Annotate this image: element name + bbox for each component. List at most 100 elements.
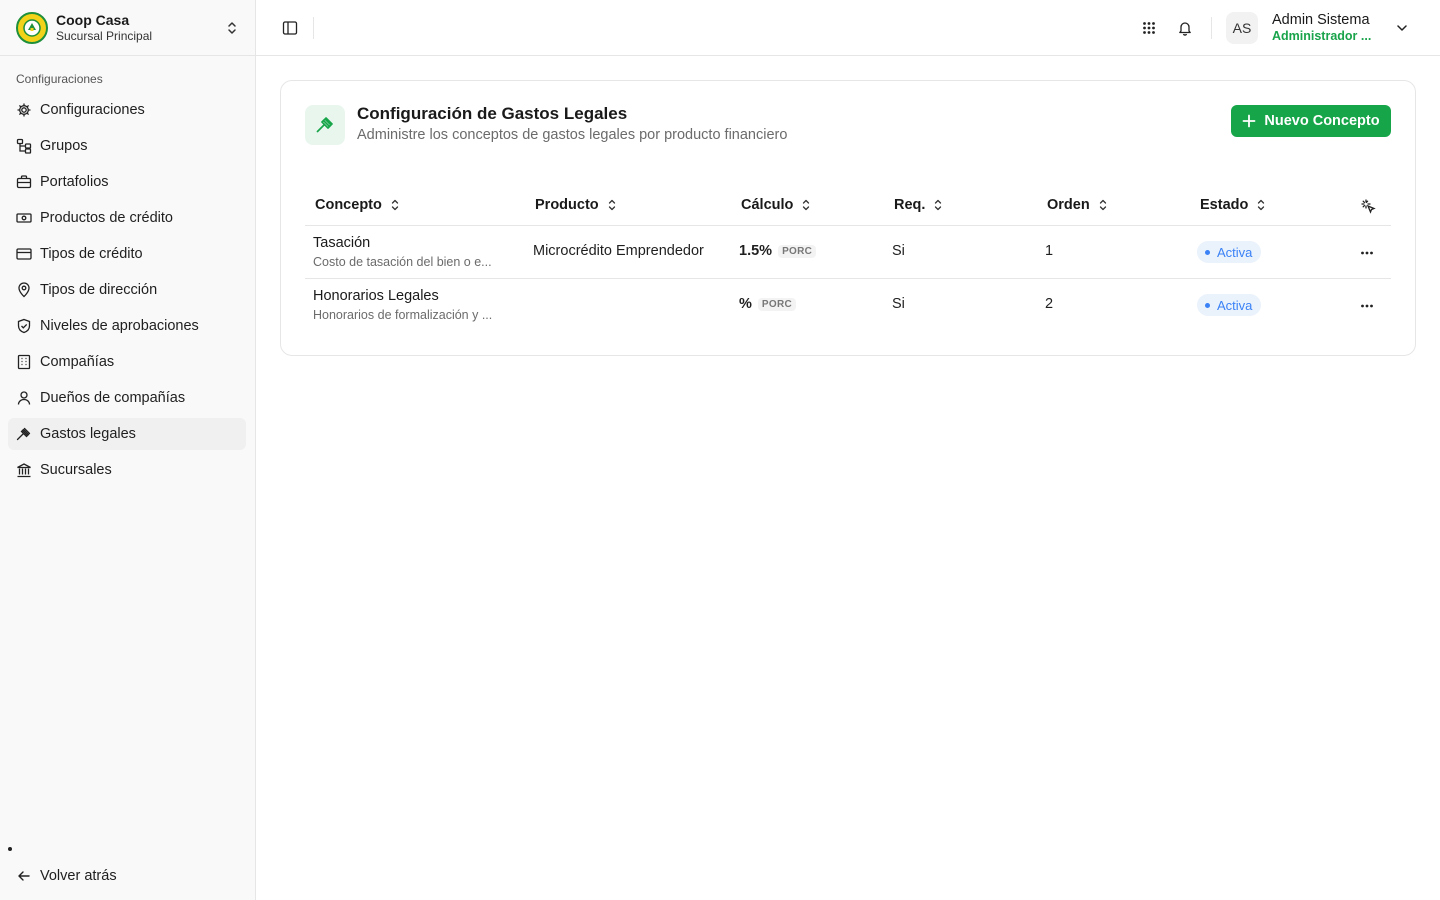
calculation-value: 1.5% [739, 243, 773, 259]
column-label: Concepto [315, 197, 382, 213]
calculation-cell: 1.5% PORC [739, 243, 817, 259]
legal-expenses-card: Configuración de Gastos Legales Administ… [280, 80, 1416, 356]
gear-icon [17, 103, 31, 117]
calculation-type-tag: PORC [778, 244, 817, 258]
back-link[interactable]: Volver atrás [8, 860, 246, 892]
status-badge: Activa [1197, 241, 1262, 263]
sort-icon [608, 199, 615, 211]
banknote-icon [16, 213, 32, 223]
header-divider [313, 17, 314, 39]
sidebar-item-duenos-companias[interactable]: Dueños de compañías [8, 382, 246, 414]
column-header-estado[interactable]: Estado [1200, 197, 1268, 213]
concept-name: Honorarios Legales [313, 288, 439, 304]
column-header-orden[interactable]: Orden [1047, 197, 1110, 213]
credit-card-icon [16, 248, 32, 260]
page-subtitle: Administre los conceptos de gastos legal… [357, 127, 788, 143]
row-actions-button[interactable] [1357, 296, 1377, 316]
sidebar-item-portafolios[interactable]: Portafolios [8, 166, 246, 198]
org-branch: Sucursal Principal [56, 29, 153, 43]
building-icon [17, 354, 31, 370]
order-cell: 1 [1045, 243, 1054, 259]
more-horizontal-icon [1361, 251, 1373, 255]
sort-icon [1099, 199, 1106, 211]
table-row[interactable]: Tasación Costo de tasación del bien o e.… [305, 226, 1391, 279]
user-icon [17, 391, 31, 405]
plus-icon [1242, 114, 1256, 128]
apps-button[interactable] [1137, 16, 1161, 40]
sidebar-item-grupos[interactable]: Grupos [8, 130, 246, 162]
sidebar-item-productos-credito[interactable]: Productos de crédito [8, 202, 246, 234]
page-title: Configuración de Gastos Legales [357, 104, 628, 123]
sidebar-item-tipos-credito[interactable]: Tipos de crédito [8, 238, 246, 270]
sort-icon [935, 199, 942, 211]
sidebar-item-label: Portafolios [40, 174, 109, 190]
sidebar-item-label: Dueños de compañías [40, 390, 186, 406]
card-icon-box [305, 105, 345, 145]
status-label: Activa [1217, 244, 1253, 260]
sort-icon [803, 199, 810, 211]
org-switcher[interactable]: Coop Casa Sucursal Principal [8, 6, 248, 50]
required-cell: Si [892, 296, 905, 312]
sidebar-divider [0, 55, 256, 56]
sidebar-group-label: Configuraciones [16, 72, 103, 86]
row-actions-button[interactable] [1357, 243, 1377, 263]
sidebar-item-label: Gastos legales [40, 426, 136, 442]
column-label: Req. [894, 197, 926, 213]
sidebar-toggle-button[interactable] [278, 16, 302, 40]
chevrons-up-down-icon [228, 22, 236, 34]
sidebar-item-label: Tipos de crédito [40, 246, 143, 262]
briefcase-icon [16, 175, 32, 189]
back-link-label: Volver atrás [40, 868, 117, 884]
concepts-table: Concepto Producto Cálculo Req. Orden Est… [305, 185, 1391, 332]
sidebar-item-niveles-aprobaciones[interactable]: Niveles de aprobaciones [8, 310, 246, 342]
calculation-cell: % PORC [739, 296, 796, 312]
status-badge: Activa [1197, 294, 1262, 316]
column-label: Cálculo [741, 197, 794, 213]
calculation-value: % [739, 296, 752, 312]
column-header-concepto[interactable]: Concepto [315, 197, 402, 213]
column-label: Orden [1047, 197, 1090, 213]
new-concept-button[interactable]: Nuevo Concepto [1231, 105, 1391, 137]
grid-icon [1143, 22, 1155, 34]
panel-left-icon [282, 21, 298, 35]
sidebar-item-configuraciones[interactable]: Configuraciones [8, 94, 246, 126]
sidebar-item-label: Configuraciones [40, 102, 145, 118]
user-role: Administrador ... [1272, 29, 1372, 43]
gavel-icon [316, 117, 333, 133]
concept-description: Honorarios de formalización y ... [313, 308, 493, 322]
product-cell: Microcrédito Emprendedor [533, 243, 704, 259]
user-menu[interactable]: AS Admin Sistema Administrador ... [1226, 8, 1416, 48]
org-name: Coop Casa [56, 12, 130, 28]
notifications-button[interactable] [1173, 16, 1197, 40]
hierarchy-icon [16, 138, 32, 154]
bell-icon [1179, 22, 1191, 36]
column-header-producto[interactable]: Producto [535, 197, 619, 213]
sidebar-item-gastos-legales[interactable]: Gastos legales [8, 418, 246, 450]
sort-icon [1258, 199, 1265, 211]
sidebar-item-sucursales[interactable]: Sucursales [8, 454, 246, 486]
sidebar-item-label: Tipos de dirección [40, 282, 158, 298]
bank-icon [17, 463, 31, 478]
top-header: AS Admin Sistema Administrador ... [256, 0, 1440, 56]
sidebar-item-label: Niveles de aprobaciones [40, 318, 199, 334]
concept-name: Tasación [313, 235, 371, 251]
table-header: Concepto Producto Cálculo Req. Orden Est… [305, 185, 1391, 226]
column-header-req[interactable]: Req. [894, 197, 945, 213]
table-row[interactable]: Honorarios Legales Honorarios de formali… [305, 279, 1391, 332]
sort-icon [391, 199, 399, 211]
columns-settings-icon[interactable] [1359, 197, 1377, 215]
sidebar-item-label: Grupos [40, 138, 88, 154]
arrow-left-icon [18, 871, 30, 881]
status-dot [1205, 249, 1210, 255]
column-label: Estado [1200, 197, 1249, 213]
chevron-down-icon [1397, 25, 1407, 31]
column-label: Producto [535, 197, 599, 213]
sidebar-item-companias[interactable]: Compañías [8, 346, 246, 378]
column-header-calculo[interactable]: Cálculo [741, 197, 813, 213]
sidebar-item-label: Productos de crédito [40, 210, 173, 226]
map-pin-icon [18, 282, 30, 298]
sidebar-item-tipos-direccion[interactable]: Tipos de dirección [8, 274, 246, 306]
order-cell: 2 [1045, 296, 1054, 312]
decorative-dot [8, 847, 12, 851]
concept-description: Costo de tasación del bien o e... [313, 255, 492, 269]
